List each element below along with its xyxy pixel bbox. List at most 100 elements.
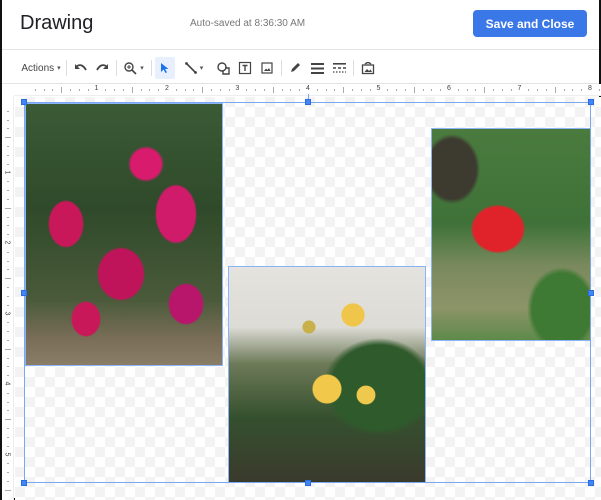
bougainvillea-photo[interactable]: [25, 103, 223, 366]
ruler-tick: [7, 260, 9, 262]
ruler-tick: [7, 445, 9, 447]
ruler-tick: [7, 366, 9, 368]
ruler-tick: [413, 87, 415, 93]
ruler-tick: [7, 375, 9, 377]
toolbar: Actions ▾ ▾ ▾: [2, 51, 599, 84]
resize-handle-top[interactable]: [305, 99, 311, 105]
border-color-button[interactable]: [285, 57, 305, 79]
ruler-label: 5: [376, 85, 381, 92]
ruler-label: 2: [3, 240, 11, 245]
ruler-label: 6: [447, 85, 451, 92]
ruler-tick: [7, 190, 9, 192]
ruler-tick: [7, 251, 9, 253]
ruler-tick: [7, 463, 9, 465]
ruler-tick: [175, 89, 177, 91]
undo-button[interactable]: [72, 57, 90, 79]
image-tool-button[interactable]: [257, 57, 277, 79]
ruler-tick: [343, 87, 345, 93]
ruler-tick: [7, 225, 9, 227]
resize-handle-top-left[interactable]: [21, 99, 27, 105]
ruler-tick: [5, 278, 11, 280]
ruler-tick: [510, 89, 512, 91]
ruler-tick: [87, 89, 89, 91]
vertical-ruler[interactable]: 1 2 3 4 5: [2, 96, 14, 500]
ruler-tick: [352, 89, 354, 91]
ruler-tick: [5, 207, 11, 209]
border-weight-button[interactable]: [307, 57, 327, 79]
replace-image-button[interactable]: [357, 57, 379, 79]
ruler-tick: [202, 87, 204, 93]
ruler-tick: [404, 89, 406, 91]
ruler-tick: [61, 87, 63, 93]
toolbar-divider: [66, 60, 67, 76]
ruler-tick: [43, 89, 45, 91]
ruler-tick: [7, 110, 9, 112]
zoom-button[interactable]: ▾: [121, 57, 147, 79]
ruler-tick: [78, 89, 80, 91]
resize-handle-left[interactable]: [21, 290, 27, 296]
ruler-label: 7: [517, 85, 522, 92]
resize-handle-top-right[interactable]: [588, 99, 594, 105]
ruler-tick: [5, 489, 11, 491]
dialog-header: Drawing Auto-saved at 8:36:30 AM Save an…: [2, 0, 599, 50]
ruler-tick: [466, 89, 468, 91]
shape-tool-button[interactable]: [213, 57, 233, 79]
ruler-tick: [149, 89, 151, 91]
ruler-label: 2: [165, 85, 169, 92]
ruler-tick: [140, 89, 142, 91]
select-tool-button[interactable]: [155, 57, 175, 79]
undo-icon: [75, 64, 87, 71]
ruler-tick: [7, 428, 9, 430]
cursor-icon: [161, 63, 169, 73]
ruler-tick: [158, 89, 160, 91]
resize-handle-bottom[interactable]: [305, 480, 311, 486]
resize-handle-right[interactable]: [588, 290, 594, 296]
ruler-tick: [316, 89, 318, 91]
ruler-tick: [369, 89, 371, 91]
resize-handle-bottom-right[interactable]: [588, 480, 594, 486]
ruler-tick: [581, 89, 583, 91]
ruler-tick: [7, 119, 9, 121]
save-and-close-button[interactable]: Save and Close: [473, 10, 587, 37]
ruler-tick: [396, 89, 398, 91]
ruler-tick: [325, 89, 327, 91]
replace-image-icon: [361, 61, 375, 75]
ruler-tick: [7, 304, 9, 306]
hibiscus-photo[interactable]: [431, 128, 591, 341]
border-dash-icon: [332, 63, 346, 73]
border-weight-icon: [310, 62, 324, 74]
redo-button[interactable]: [93, 57, 111, 79]
actions-menu[interactable]: Actions ▾: [20, 57, 62, 79]
ruler-tick: [7, 436, 9, 438]
ruler-tick: [7, 357, 9, 359]
textbox-tool-button[interactable]: [235, 57, 255, 79]
toolbar-divider: [116, 60, 117, 76]
dialog-title: Drawing: [20, 12, 94, 34]
textbox-icon: [238, 61, 252, 75]
toolbar-divider: [151, 60, 152, 76]
ixora-photo[interactable]: [228, 266, 426, 483]
resize-handle-bottom-left[interactable]: [21, 480, 27, 486]
ruler-tick: [7, 198, 9, 200]
ruler-tick: [7, 287, 9, 289]
ruler-tick: [272, 87, 274, 93]
ruler-tick: [7, 331, 9, 333]
line-tool-button[interactable]: ▾: [179, 57, 209, 79]
ruler-tick: [5, 348, 11, 350]
ruler-tick: [7, 410, 9, 412]
redo-icon: [96, 64, 108, 71]
ruler-label: 1: [3, 170, 11, 174]
chevron-down-icon: ▾: [140, 65, 144, 72]
ruler-tick: [263, 89, 265, 91]
ruler-tick: [70, 89, 72, 91]
border-dash-button[interactable]: [329, 57, 349, 79]
ruler-tick: [7, 295, 9, 297]
shape-icon: [216, 61, 230, 75]
ruler-tick: [360, 89, 362, 91]
ruler-tick: [387, 89, 389, 91]
ruler-tick: [290, 89, 292, 91]
toolbar-divider: [353, 60, 354, 76]
ruler-tick: [493, 89, 495, 91]
ruler-tick: [563, 89, 565, 91]
ruler-tick: [34, 89, 36, 91]
